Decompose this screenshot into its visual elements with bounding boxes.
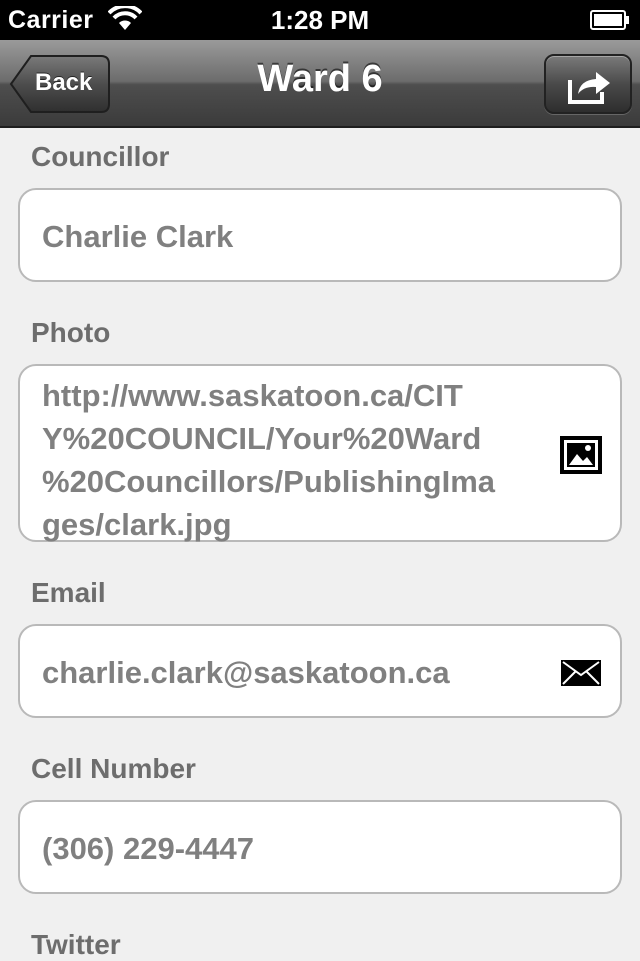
email-label: Email <box>31 577 106 608</box>
status-bar: Carrier 1:28 PM <box>0 0 640 40</box>
councillor-label: Councillor <box>31 141 170 172</box>
battery-icon <box>590 10 630 30</box>
status-time: 1:28 PM <box>270 5 370 35</box>
share-icon <box>568 72 610 104</box>
photo-url-line: http://www.saskatoon.ca/CIT <box>42 378 463 413</box>
cell-number-label: Cell Number <box>31 753 196 784</box>
councillor-value: Charlie Clark <box>42 219 234 254</box>
photo-url-line: ges/clark.jpg <box>42 507 232 542</box>
envelope-icon[interactable] <box>560 659 602 692</box>
email-field[interactable]: charlie.clark@saskatoon.ca <box>18 624 622 718</box>
photo-label: Photo <box>31 317 111 348</box>
image-icon[interactable] <box>560 436 602 479</box>
twitter-label: Twitter <box>31 929 121 960</box>
navigation-bar: Back Ward 6 <box>0 40 640 128</box>
email-value: charlie.clark@saskatoon.ca <box>42 655 450 690</box>
photo-url-line: %20Councillors/PublishingIma <box>42 464 496 499</box>
photo-field[interactable]: http://www.saskatoon.ca/CIT Y%20COUNCIL/… <box>18 364 622 542</box>
cell-number-field[interactable]: (306) 229-4447 <box>18 800 622 894</box>
photo-url-value: http://www.saskatoon.ca/CIT Y%20COUNCIL/… <box>42 374 552 546</box>
cell-number-value: (306) 229-4447 <box>42 831 254 866</box>
councillor-field[interactable]: Charlie Clark <box>18 188 622 282</box>
share-button[interactable] <box>544 54 632 114</box>
photo-url-line: Y%20COUNCIL/Your%20Ward <box>42 421 482 456</box>
